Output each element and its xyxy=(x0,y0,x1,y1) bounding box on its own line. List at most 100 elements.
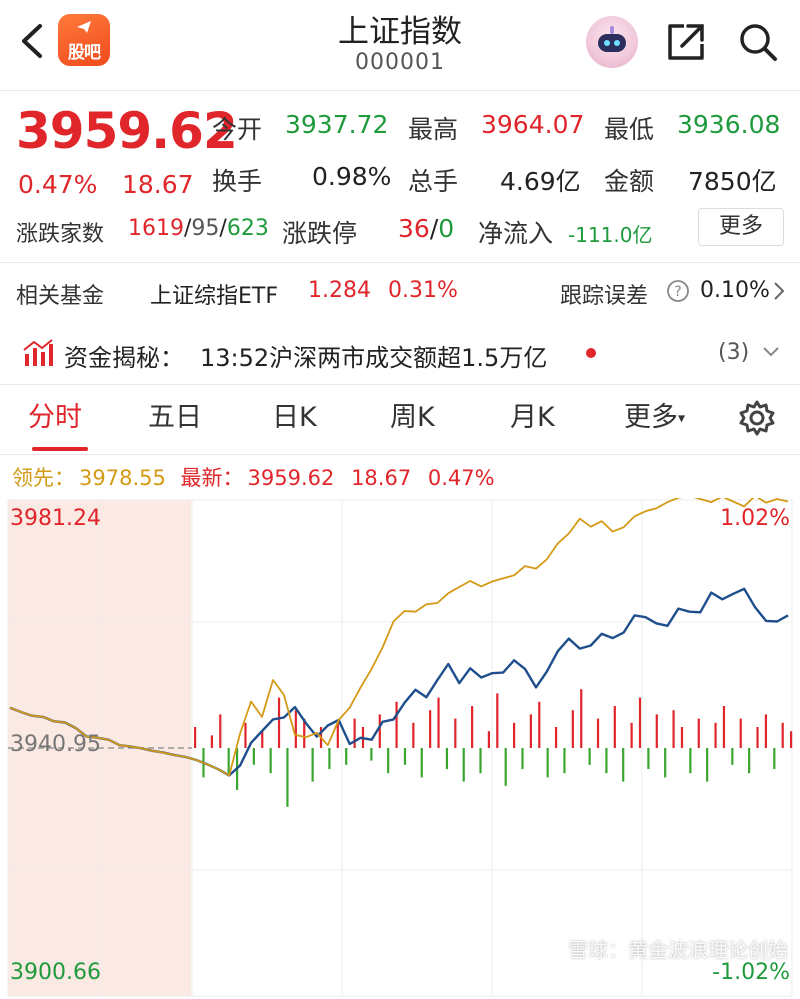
tracking-error-value: 0.10% xyxy=(700,278,770,303)
news-divider xyxy=(0,384,800,385)
netflow-value: -111.0亿 xyxy=(568,223,653,247)
open-label: 今开 xyxy=(212,115,263,144)
volume-bar xyxy=(194,727,197,748)
watermark-text: 雪球：黄金波浪理论创始 xyxy=(568,938,788,962)
svg-text:?: ? xyxy=(674,284,681,300)
capital-news-row[interactable]: 资金揭秘： 13:52沪深两市成交额超1.5万亿 (3) xyxy=(0,330,800,378)
volume-bar xyxy=(773,748,776,769)
chevron-down-icon xyxy=(762,344,780,358)
volume-bar xyxy=(437,697,440,748)
low-value: 3936.08 xyxy=(677,110,781,139)
share-button[interactable] xyxy=(664,20,708,64)
volume-bar xyxy=(529,714,532,748)
volume-bar xyxy=(504,748,507,786)
amount-label: 金额 xyxy=(604,167,655,196)
tab-weekly-k[interactable]: 周K xyxy=(390,395,435,434)
volume-bar xyxy=(613,706,616,748)
news-label: 资金揭秘： xyxy=(64,344,184,372)
volume-bar xyxy=(706,748,709,782)
volume-bar xyxy=(680,727,684,748)
tab-daily-k[interactable]: 日K xyxy=(272,395,317,434)
tabs-divider xyxy=(0,454,800,455)
volume-bar xyxy=(580,689,583,748)
pct-top-label: 1.02% xyxy=(720,506,790,531)
latest-change-pct: 0.47% xyxy=(427,466,495,490)
volume-bar xyxy=(219,714,222,748)
latest-label: 最新： xyxy=(180,466,244,490)
lead-value: 3978.55 xyxy=(79,466,166,490)
volume-bar xyxy=(345,748,348,765)
volume-bar xyxy=(328,748,331,769)
volume-bar xyxy=(244,722,247,748)
limit-label: 涨跌停 xyxy=(282,219,358,248)
y-bottom-label: 3900.66 xyxy=(10,960,101,985)
breadth-up: 1619 xyxy=(128,216,184,241)
fund-section-label: 相关基金 xyxy=(16,284,105,309)
volume-bar xyxy=(622,748,625,782)
volume-bar xyxy=(353,718,356,748)
breadth-flat: 95 xyxy=(191,216,220,241)
tab-five-day[interactable]: 五日 xyxy=(148,395,202,434)
breadth-down: 623 xyxy=(226,216,269,241)
tab-intraday[interactable]: 分时 xyxy=(28,395,82,434)
assistant-robot-icon[interactable] xyxy=(586,16,638,68)
volume-bar xyxy=(563,748,566,774)
volume-bar xyxy=(790,731,793,748)
chart-settings-button[interactable] xyxy=(738,399,776,437)
news-count: (3) xyxy=(718,340,750,365)
fund-change: 0.31% xyxy=(388,278,458,303)
news-headline: 13:52沪深两市成交额超1.5万亿 xyxy=(200,344,548,372)
volume-bar xyxy=(378,714,381,748)
volume-bar xyxy=(596,718,600,748)
volume-bar xyxy=(647,748,650,769)
volume-bar xyxy=(571,710,574,748)
y-top-label: 3981.24 xyxy=(10,506,101,531)
turnover-label: 换手 xyxy=(212,167,263,196)
volume-bar xyxy=(462,748,465,782)
volume-bar xyxy=(739,718,742,748)
lead-label: 领先： xyxy=(12,466,75,490)
volume-bar xyxy=(697,718,700,748)
search-button[interactable] xyxy=(736,20,780,64)
volume-bar xyxy=(210,735,213,748)
low-label: 最低 xyxy=(604,115,655,144)
volume-bar xyxy=(546,748,549,778)
latest-value: 3959.62 xyxy=(247,466,335,490)
volume-bar xyxy=(420,748,423,778)
volume-bar xyxy=(395,701,398,748)
limit-down: 0 xyxy=(438,214,455,243)
more-quote-button[interactable]: 更多 xyxy=(698,208,784,246)
pct-bottom-label: -1.02% xyxy=(712,960,790,985)
share-icon xyxy=(668,24,704,60)
top-bar: 股吧 上证指数 000001 xyxy=(0,0,800,90)
help-icon[interactable]: ? xyxy=(666,279,690,303)
chart-period-tabs: 分时 五日 日K 周K 月K 更多▾ xyxy=(0,395,800,451)
intraday-chart-svg xyxy=(7,495,793,997)
volume-bar xyxy=(252,748,255,765)
volume-bar xyxy=(370,748,373,761)
volume-bar xyxy=(311,748,314,782)
volume-bar xyxy=(403,748,407,765)
tab-monthly-k[interactable]: 月K xyxy=(510,395,555,434)
volume-bar xyxy=(722,706,726,748)
limit-up: 36 xyxy=(398,214,430,243)
volume-bar xyxy=(269,748,272,774)
volume-bar xyxy=(336,722,339,748)
related-fund-row[interactable]: 相关基金 上证综指ETF 1.284 0.31% 跟踪误差 ? 0.10% xyxy=(0,264,800,320)
intraday-chart[interactable]: 3981.24 3940.95 3900.66 1.02% -1.02% 雪球：… xyxy=(0,495,800,999)
netflow-label: 净流入 xyxy=(478,219,554,248)
caret-down-icon: ▾ xyxy=(678,410,686,427)
volume-bar xyxy=(487,731,491,748)
volume-bar xyxy=(630,722,633,748)
volume-bar xyxy=(748,748,751,774)
volume-bar xyxy=(429,710,432,748)
high-label: 最高 xyxy=(408,115,459,144)
volume-bar xyxy=(412,722,415,748)
tab-more[interactable]: 更多▾ xyxy=(624,395,685,434)
volume-bar xyxy=(655,714,658,748)
volume-bar xyxy=(781,722,784,748)
volume-bar xyxy=(294,710,297,748)
gear-icon xyxy=(739,400,775,436)
volume-bar xyxy=(588,748,591,765)
volume-bar xyxy=(454,718,457,748)
